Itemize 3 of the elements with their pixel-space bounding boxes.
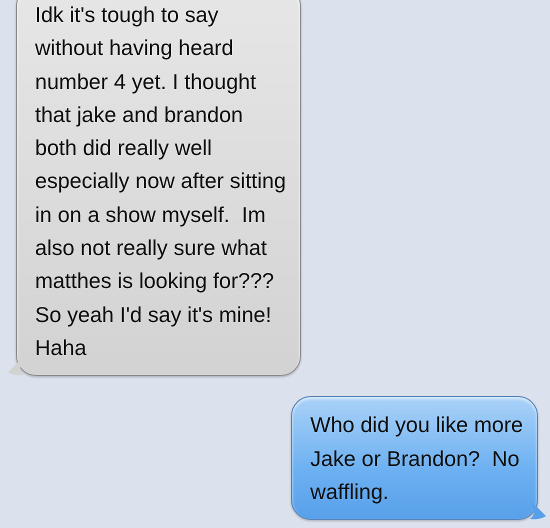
bubble-tail-icon [530, 500, 546, 520]
received-message-bubble: Idk it's tough to say without having heard number 4 yet. I thought that jake and brandon both did really well especially now after sitting in on a show myself. Im also not really sure what matthes is looking for??? So yeah I'd say it's mine! Haha [16, 0, 301, 376]
sent-message-bubble: Who did you like more Jake or Brandon? No waffling. [291, 396, 538, 520]
